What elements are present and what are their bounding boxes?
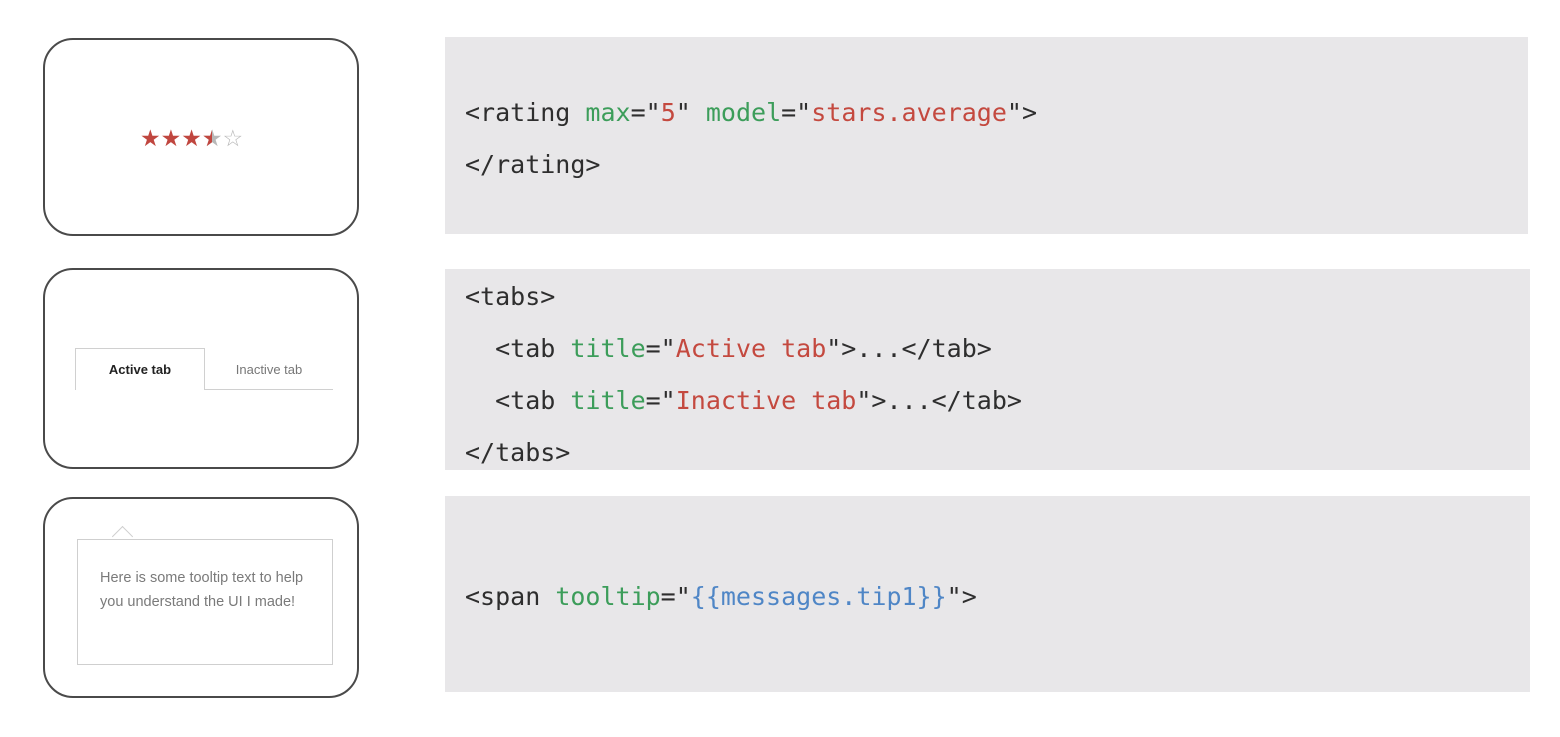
code-string: 5 <box>660 98 676 127</box>
tab-divider <box>205 389 333 390</box>
empty-star-icon[interactable]: ☆ <box>223 126 244 152</box>
code-punct: =" <box>630 98 661 127</box>
rating-preview-card: ★★★★★☆ <box>43 38 359 236</box>
code-tag: <tab <box>465 386 571 415</box>
tabs-code-block: <tabs> <tab title="Active tab">...</tab>… <box>445 269 1530 470</box>
code-punct: =" <box>660 582 691 611</box>
code-tag: <rating <box>465 98 586 127</box>
tabs-preview-card: Active tab Inactive tab <box>43 268 359 469</box>
tab-bar: Active tab Inactive tab <box>75 348 333 392</box>
star-icon[interactable]: ★ <box>181 126 202 152</box>
code-attribute: title <box>570 334 646 363</box>
code-punct: "> <box>946 582 977 611</box>
code-punct: " <box>675 98 706 127</box>
tab-active[interactable]: Active tab <box>75 348 205 390</box>
code-attribute: max <box>585 98 631 127</box>
code-line: <tab title="Active tab">...</tab> <box>465 336 992 361</box>
tooltip-preview-card: Here is some tooltip text to help you un… <box>43 497 359 698</box>
code-string: Active tab <box>675 334 827 363</box>
tooltip: Here is some tooltip text to help you un… <box>77 539 333 665</box>
code-attribute: model <box>705 98 782 127</box>
tab-inactive[interactable]: Inactive tab <box>205 348 333 390</box>
code-punct: =" <box>645 334 676 363</box>
code-attribute: tooltip <box>555 582 661 611</box>
code-string: Inactive tab <box>675 386 857 415</box>
code-line: </rating> <box>465 150 601 179</box>
code-line: <tabs> <box>465 282 556 311</box>
half-star-icon[interactable]: ★★ <box>202 128 223 151</box>
code-line: </tabs> <box>465 438 571 467</box>
code-tag: <tab <box>465 334 571 363</box>
code-expression: {{messages.tip1}} <box>690 582 947 611</box>
code-punct: ">...</tab> <box>826 334 992 363</box>
star-icon[interactable]: ★ <box>140 126 161 152</box>
code-line: <rating max="5" model="stars.average"> <box>465 100 1037 125</box>
code-tag: <span <box>465 582 556 611</box>
star-icon[interactable]: ★ <box>161 126 182 152</box>
code-punct: ">...</tab> <box>856 386 1022 415</box>
code-string: stars.average <box>811 98 1007 127</box>
code-line: <span tooltip="{{messages.tip1}}"> <box>465 584 977 609</box>
code-line: <tab title="Inactive tab">...</tab> <box>465 388 1022 413</box>
star-rating[interactable]: ★★★★★☆ <box>140 128 243 151</box>
tooltip-code-block: <span tooltip="{{messages.tip1}}"> <box>445 496 1530 692</box>
code-punct: "> <box>1006 98 1038 127</box>
code-punct: =" <box>781 98 812 127</box>
rating-code-block: <rating max="5" model="stars.average"> <… <box>445 37 1528 234</box>
code-attribute: title <box>570 386 646 415</box>
code-punct: =" <box>645 386 676 415</box>
